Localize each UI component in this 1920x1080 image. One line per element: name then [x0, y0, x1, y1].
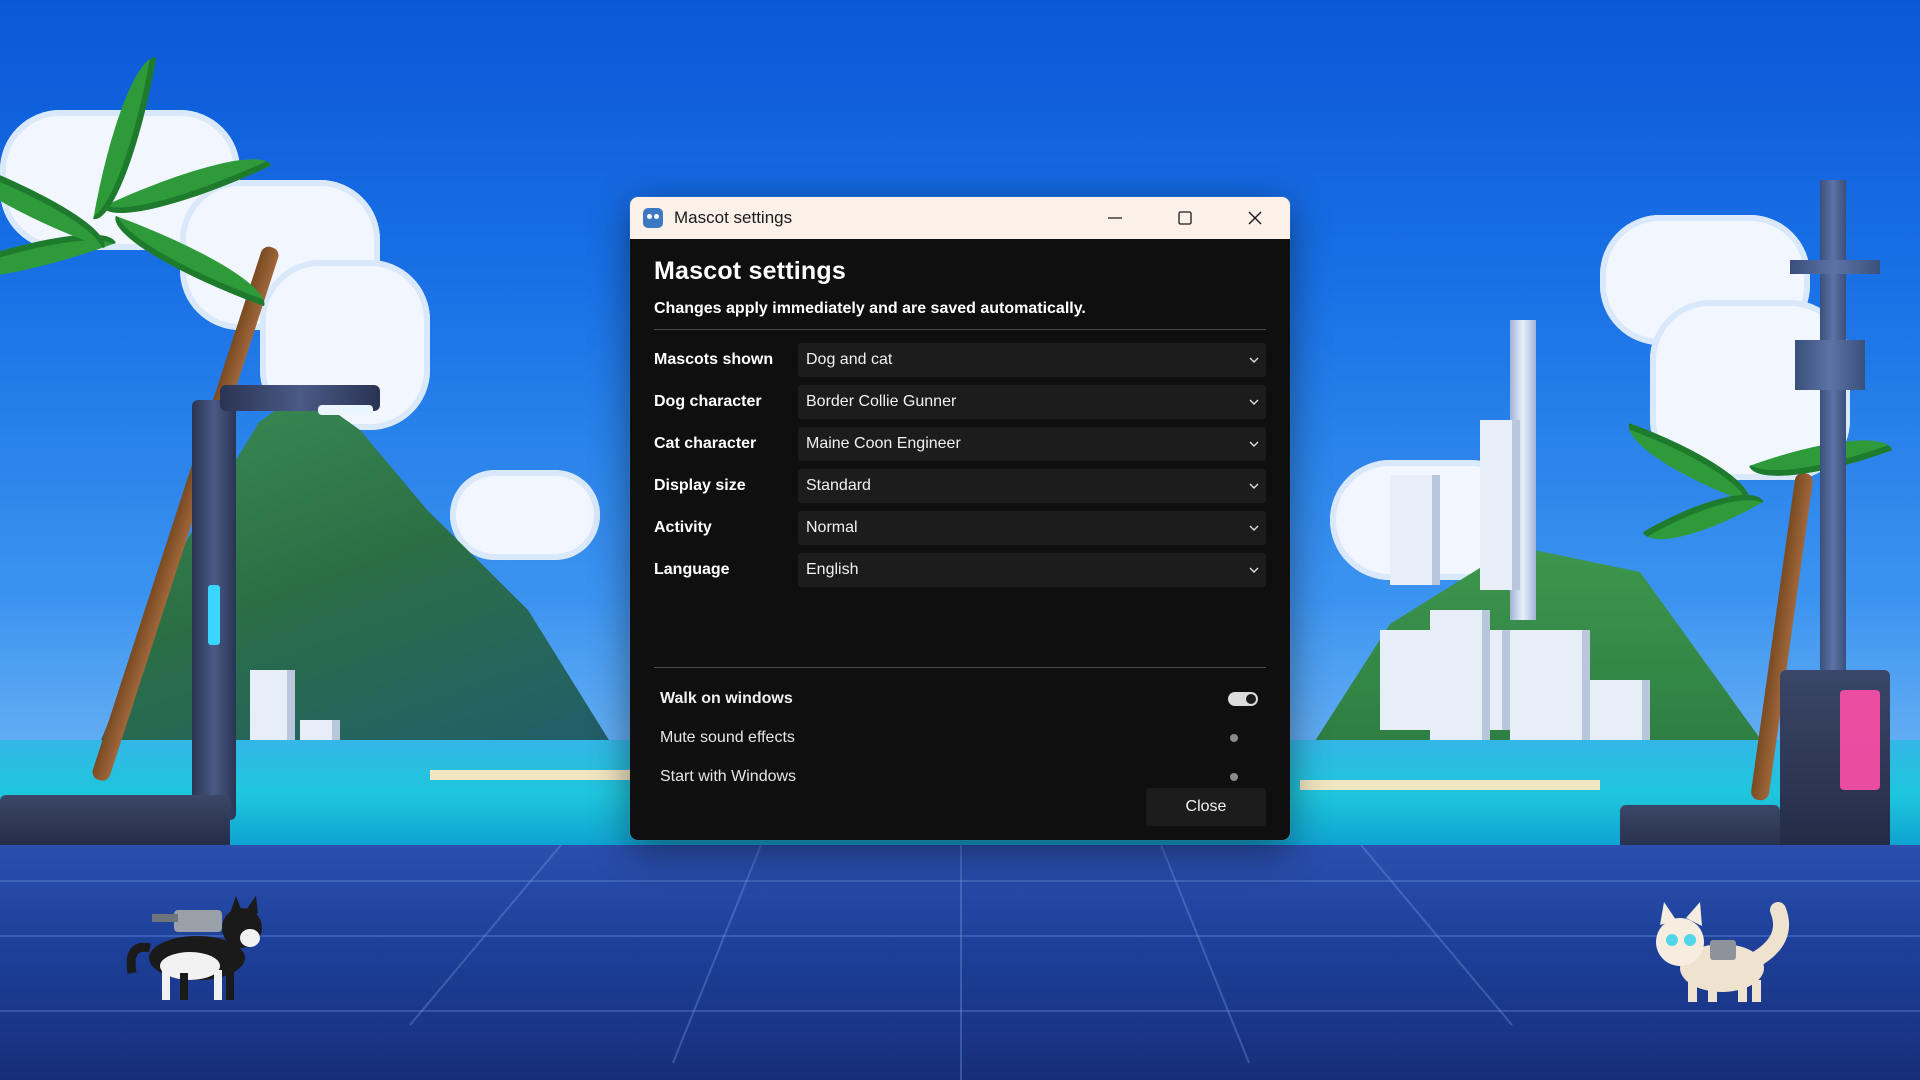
chevron-down-icon — [1249, 567, 1259, 573]
toggle-row-walk-on-windows: Walk on windows — [654, 679, 1266, 718]
dropdown-value: English — [806, 561, 859, 578]
setting-label: Mascots shown — [654, 351, 774, 368]
antenna-crossbar — [1790, 260, 1880, 274]
close-icon — [1248, 211, 1262, 225]
setting-row-cat-character: Cat character Maine Coon Engineer — [654, 423, 1266, 465]
setting-row-mascots-shown: Mascots shown Dog and cat — [654, 339, 1266, 381]
settings-window: Mascot settings Mascot settings Changes … — [630, 197, 1290, 840]
planter — [0, 795, 230, 850]
start-with-windows-toggle[interactable] — [1228, 770, 1258, 784]
divider — [654, 667, 1266, 668]
display-size-dropdown[interactable]: Standard — [798, 469, 1266, 503]
minimize-icon — [1108, 217, 1122, 219]
beach — [1300, 780, 1600, 790]
page-title: Mascot settings — [654, 257, 846, 285]
mascots-shown-dropdown[interactable]: Dog and cat — [798, 343, 1266, 377]
toggle-label: Start with Windows — [660, 767, 797, 785]
setting-label: Cat character — [654, 435, 757, 452]
dog-character-dropdown[interactable]: Border Collie Gunner — [798, 385, 1266, 419]
chevron-down-icon — [1249, 525, 1259, 531]
building — [1510, 630, 1590, 740]
chevron-down-icon — [1249, 357, 1259, 363]
caption-buttons — [1080, 197, 1290, 239]
toggle-label: Walk on windows — [660, 689, 793, 707]
toggle-label: Mute sound effects — [660, 728, 795, 746]
dropdown-value: Border Collie Gunner — [806, 393, 957, 410]
settings-list: Mascots shown Dog and cat Dog character … — [654, 339, 1266, 591]
maine-coon-mascot[interactable] — [1650, 900, 1790, 1005]
setting-label: Dog character — [654, 393, 762, 410]
toggle-row-mute-sound-effects: Mute sound effects — [654, 718, 1266, 757]
close-button[interactable]: Close — [1146, 788, 1266, 826]
maximize-button[interactable] — [1150, 197, 1220, 239]
setting-row-dog-character: Dog character Border Collie Gunner — [654, 381, 1266, 423]
building — [1390, 475, 1440, 585]
arcade-screen — [1840, 690, 1880, 790]
building — [1480, 420, 1520, 590]
cloud — [450, 470, 600, 560]
setting-label: Display size — [654, 477, 746, 494]
title-bar[interactable]: Mascot settings — [630, 197, 1290, 239]
dropdown-value: Normal — [806, 519, 858, 536]
maximize-icon — [1178, 211, 1192, 225]
chevron-down-icon — [1249, 483, 1259, 489]
chevron-down-icon — [1249, 441, 1259, 447]
page-subtitle: Changes apply immediately and are saved … — [654, 300, 1086, 317]
chevron-down-icon — [1249, 399, 1259, 405]
close-window-button[interactable] — [1220, 197, 1290, 239]
setting-label: Language — [654, 561, 730, 578]
lamp-glow — [208, 585, 220, 645]
activity-dropdown[interactable]: Normal — [798, 511, 1266, 545]
settings-content: Mascot settings Changes apply immediatel… — [630, 239, 1290, 796]
lamp-light — [318, 405, 373, 415]
setting-row-activity: Activity Normal — [654, 507, 1266, 549]
cat-character-dropdown[interactable]: Maine Coon Engineer — [798, 427, 1266, 461]
setting-label: Activity — [654, 519, 712, 536]
godot-robot-icon — [643, 208, 663, 228]
mute-sound-effects-toggle[interactable] — [1228, 731, 1258, 745]
beach — [430, 770, 630, 780]
window-title: Mascot settings — [674, 208, 793, 227]
dropdown-value: Standard — [806, 477, 871, 494]
dropdown-value: Dog and cat — [806, 351, 893, 368]
divider — [654, 329, 1266, 330]
language-dropdown[interactable]: English — [798, 553, 1266, 587]
minimize-button[interactable] — [1080, 197, 1150, 239]
building — [1430, 610, 1490, 740]
floor-grid-line — [960, 845, 962, 1080]
toggle-list: Walk on windows Mute sound effects Start… — [654, 679, 1266, 796]
setting-row-language: Language English — [654, 549, 1266, 591]
walk-on-windows-toggle[interactable] — [1228, 691, 1258, 706]
antenna-box — [1795, 340, 1865, 390]
border-collie-mascot[interactable] — [122, 888, 272, 1008]
setting-row-display-size: Display size Standard — [654, 465, 1266, 507]
dropdown-value: Maine Coon Engineer — [806, 435, 961, 452]
